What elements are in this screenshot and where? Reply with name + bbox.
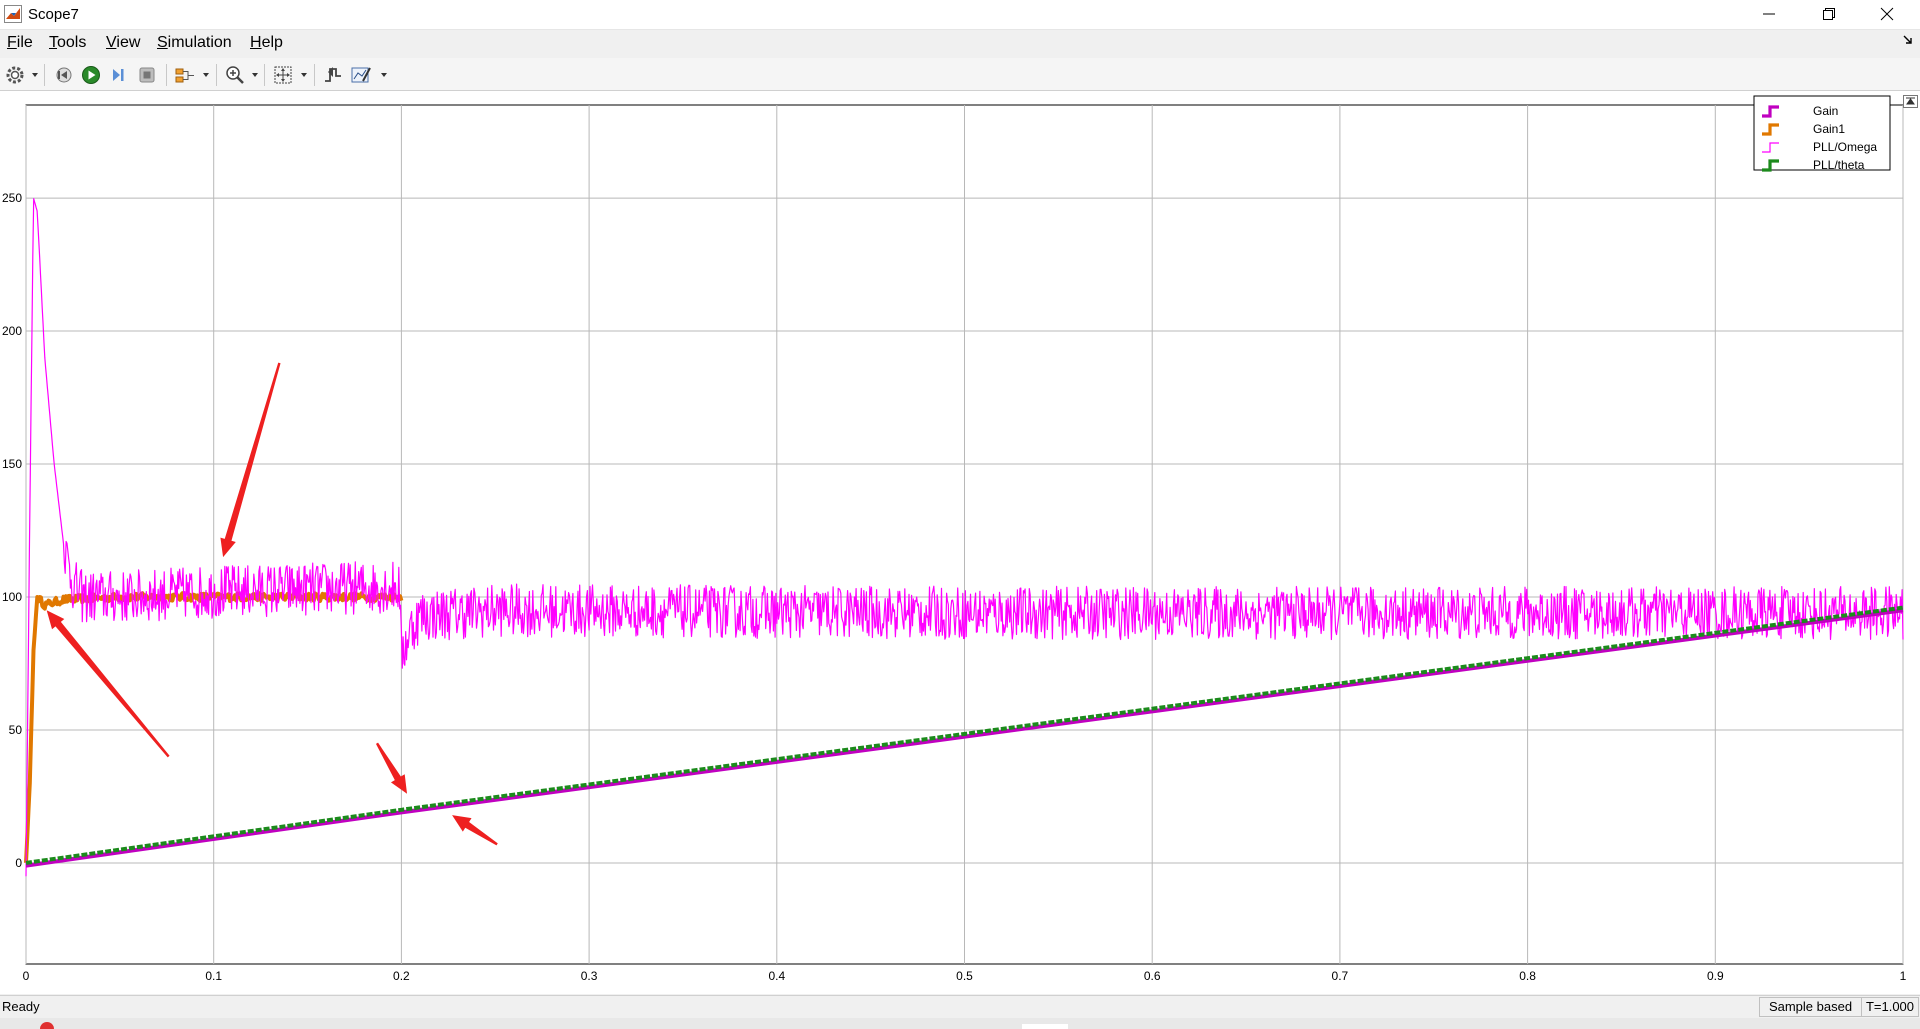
legend-label: Gain1 [1813,122,1845,136]
y-tick-label: 100 [2,590,22,604]
menu-view-mnemonic: V [106,34,117,51]
matlab-app-icon [4,5,22,23]
bottom-edge [0,1018,1920,1029]
measurements-dropdown-icon[interactable] [381,73,387,77]
toolbar [0,58,1920,91]
menu-file-mnemonic: F [7,34,17,51]
undock-arrow-icon[interactable] [1902,34,1914,46]
run-icon[interactable] [80,64,102,86]
y-tick-label: 250 [2,191,22,205]
menu-simulation-mnemonic: S [157,34,168,51]
menu-view[interactable]: View [106,34,140,52]
menu-bar: File Tools View Simulation Help [0,30,1920,57]
stop-icon[interactable] [136,64,158,86]
signal-selector-dropdown-icon[interactable] [203,73,209,77]
step-back-icon[interactable] [52,64,74,86]
taskbar-app-indicator [40,1022,54,1029]
scope-display[interactable]: 0 0.1 0.2 0.3 0.4 0.5 0.6 0.7 0.8 0.9 1 0 50 100 150 20… [0,91,1920,994]
autoscale-icon[interactable] [272,64,294,86]
triggers-icon[interactable] [322,64,344,86]
menu-help[interactable]: Help [250,34,283,52]
menu-help-label: elp [261,34,283,51]
scope-plot[interactable]: 0 0.1 0.2 0.3 0.4 0.5 0.6 0.7 0.8 0.9 1 0 50 100 150 20… [0,91,1920,994]
step-forward-icon[interactable] [108,64,130,86]
menu-view-label: iew [116,34,141,51]
minimize-icon [1763,13,1775,15]
zoom-dropdown-icon[interactable] [252,73,258,77]
measurements-cursor-icon[interactable] [350,64,372,86]
minimize-button[interactable] [1746,0,1792,29]
menu-tools-label: ools [57,34,87,51]
x-tick-label: 0.8 [1519,969,1536,983]
x-tick-label: 1 [1900,969,1907,983]
configuration-dropdown-icon[interactable] [32,73,38,77]
collapse-panel-icon[interactable] [1903,95,1918,108]
taskbar-highlight [1022,1024,1068,1029]
toolbar-separator [314,64,315,86]
x-tick-label: 0.4 [768,969,785,983]
status-text: Ready [2,999,40,1014]
restore-button[interactable] [1806,0,1852,29]
status-bar: Ready Sample based T=1.000 [0,995,1920,1018]
y-tick-label: 150 [2,457,22,471]
x-tick-label: 0.2 [393,969,410,983]
x-tick-label: 0.5 [956,969,973,983]
autoscale-dropdown-icon[interactable] [301,73,307,77]
menu-file-label: ile [16,34,33,51]
toolbar-separator [166,64,167,86]
signal-selector-icon[interactable] [174,64,196,86]
x-tick-label: 0.9 [1707,969,1724,983]
x-tick-label: 0.6 [1144,969,1161,983]
title-bar: Scope7 [0,0,1920,30]
menu-file[interactable]: File [7,34,33,52]
menu-simulation[interactable]: Simulation [157,34,232,52]
zoom-in-icon[interactable] [224,64,246,86]
toolbar-separator [216,64,217,86]
y-tick-label: 0 [15,856,22,870]
x-tick-label: 0.1 [205,969,222,983]
window-title: Scope7 [28,6,79,23]
configuration-gear-icon[interactable] [4,64,26,86]
x-tick-label: 0.3 [581,969,598,983]
legend[interactable]: Gain Gain1 PLL/Omega PLL/theta [1753,95,1891,172]
y-tick-label: 200 [2,324,22,338]
legend-label: Gain [1813,104,1838,118]
menu-tools[interactable]: Tools [49,34,86,52]
legend-label: PLL/theta [1813,158,1865,172]
menu-tools-mnemonic: T [49,34,57,51]
x-tick-label: 0.7 [1332,969,1349,983]
toolbar-separator [264,64,265,86]
close-icon [1880,7,1894,21]
sample-mode-indicator: Sample based [1759,997,1862,1017]
toolbar-separator [44,64,45,86]
y-tick-label: 50 [9,723,23,737]
simulation-time: T=1.000 [1861,997,1919,1017]
close-button[interactable] [1864,0,1910,29]
x-tick-label: 0 [23,969,30,983]
restore-icon [1823,8,1835,20]
menu-help-mnemonic: H [250,34,262,51]
legend-label: PLL/Omega [1813,140,1877,154]
menu-simulation-label: imulation [167,34,232,51]
